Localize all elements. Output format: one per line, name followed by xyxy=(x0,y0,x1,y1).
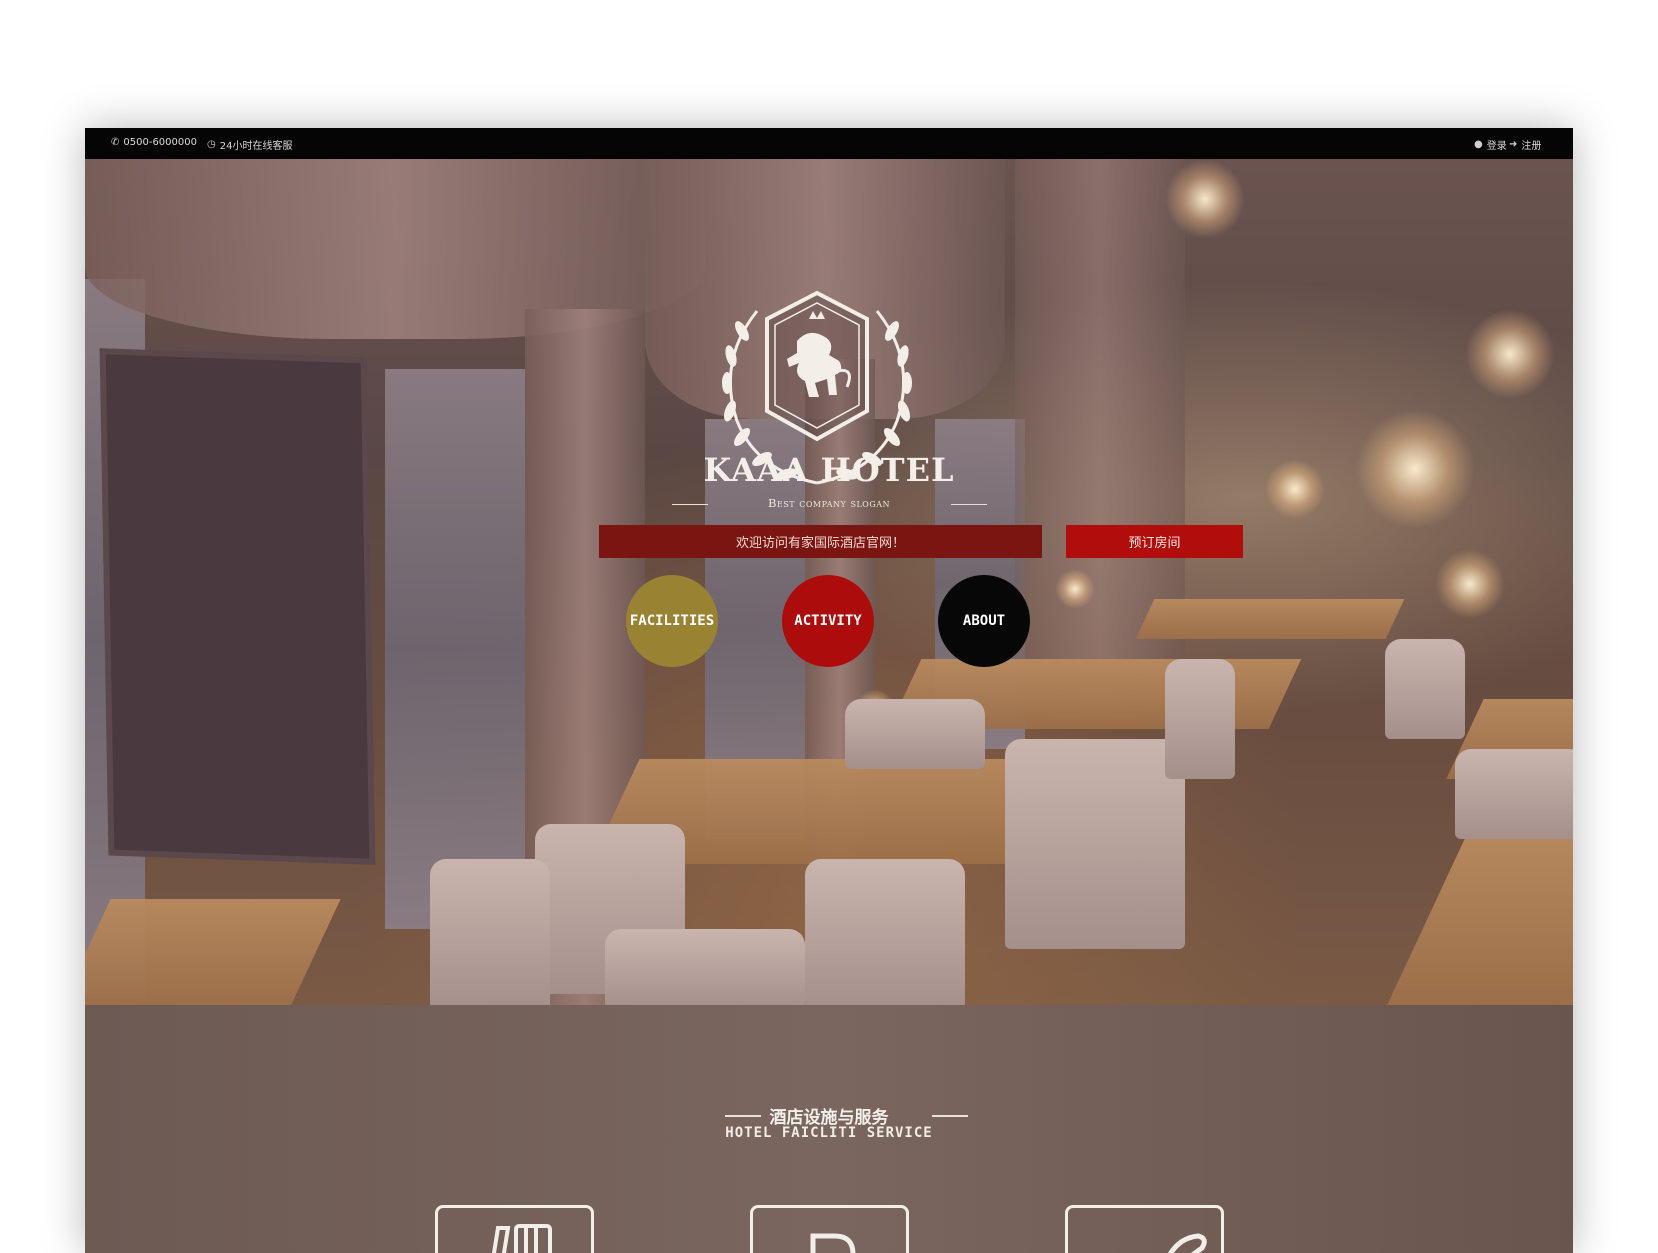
login-label: 登录 xyxy=(1486,141,1507,152)
parking-icon[interactable] xyxy=(750,1205,909,1253)
service-info: ◷ 24小时在线客服 xyxy=(207,137,292,152)
about-button[interactable]: ABOUT xyxy=(938,575,1030,667)
slogan-divider-right xyxy=(951,504,987,505)
display-board xyxy=(105,354,370,859)
section-subtitle: HOTEL FAICLITI SERVICE xyxy=(725,1125,933,1141)
hotel-slogan: Best company slogan xyxy=(767,496,891,510)
top-bar: ✆ 0500-6000000 ◷ 24小时在线客服 ● 登录 ➜ 注册 xyxy=(85,128,1573,159)
hero-banner: KAAA HOTEL Best company slogan 欢迎访问有家国际酒… xyxy=(85,159,1573,1005)
welcome-banner: 欢迎访问有家国际酒店官网！ xyxy=(599,525,1042,558)
facilities-button[interactable]: FACILITIES xyxy=(626,575,718,667)
login-link[interactable]: ● 登录 xyxy=(1474,137,1507,152)
phone-info: ✆ 0500-6000000 xyxy=(111,137,197,148)
browser-frame: ✆ 0500-6000000 ◷ 24小时在线客服 ● 登录 ➜ 注册 KAAA… xyxy=(85,128,1573,1253)
book-room-button[interactable]: 预订房间 xyxy=(1066,525,1243,558)
hotel-brand-name: KAAA HOTEL xyxy=(703,451,955,489)
register-link[interactable]: ➜ 注册 xyxy=(1509,137,1541,152)
register-label: 注册 xyxy=(1521,141,1542,152)
activity-button[interactable]: ACTIVITY xyxy=(782,575,874,667)
phone-number: 0500-6000000 xyxy=(123,137,197,148)
bath-icon[interactable] xyxy=(1065,1205,1224,1253)
service-text: 24小时在线客服 xyxy=(219,141,293,152)
sign-in-icon: ➜ xyxy=(1509,139,1518,150)
clock-icon: ◷ xyxy=(207,139,216,150)
facilities-section: 酒店设施与服务 HOTEL FAICLITI SERVICE xyxy=(85,1005,1573,1253)
restaurant-icon[interactable] xyxy=(435,1205,594,1253)
user-icon: ● xyxy=(1474,139,1483,150)
title-divider-right xyxy=(932,1115,968,1117)
phone-icon: ✆ xyxy=(111,137,120,148)
